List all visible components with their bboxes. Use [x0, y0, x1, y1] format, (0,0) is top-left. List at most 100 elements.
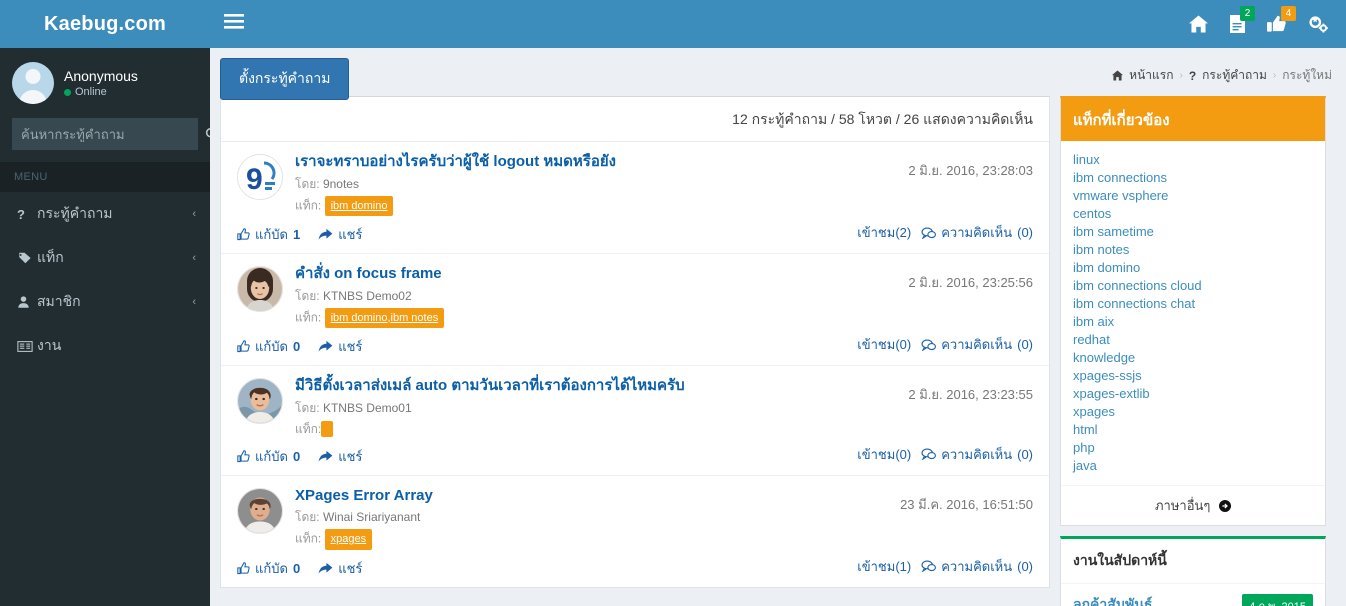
comments-counter[interactable]: ความคิดเห็น (0) — [921, 444, 1033, 465]
tags-label: แท็ก: — [295, 421, 322, 436]
post-title-link[interactable]: มีวิธีตั้งเวลาส่งเมล์ auto ตามวันเวลาที่… — [295, 376, 685, 396]
post-title-link[interactable]: คำสั่ง on focus frame — [295, 264, 442, 284]
sidebar-item-tags[interactable]: แท็ก ‹ — [0, 236, 210, 280]
comments-count: (0) — [1017, 558, 1033, 574]
content-columns: 12 กระทู้คำถาม / 58 โหวต / 26 แสดงความคิ… — [210, 96, 1346, 606]
tag-link[interactable]: linux — [1073, 151, 1313, 169]
share-label: แชร์ — [338, 560, 363, 576]
document-icon[interactable]: 2 — [1230, 6, 1255, 33]
comments-label: ความคิดเห็น — [941, 337, 1013, 352]
tag-link[interactable]: ibm connections chat — [1073, 295, 1313, 313]
post-counters: เข้าชม(0) ความคิดเห็น (0) — [857, 334, 1033, 355]
views-count: (0) — [895, 337, 912, 352]
tag-link[interactable]: xpages-ssjs — [1073, 367, 1313, 385]
views-label: เข้าชม — [857, 225, 896, 240]
share-button[interactable]: แชร์ — [318, 336, 362, 357]
tag-link[interactable]: xpages-extlib — [1073, 385, 1313, 403]
share-label: แชร์ — [338, 227, 363, 242]
vote-button[interactable]: แก้บัด 0 — [237, 446, 300, 467]
sidebar: Kaebug.com Anonymous Online ค้นหากระทู้ค… — [0, 0, 219, 606]
avatar — [237, 378, 283, 424]
tag-link[interactable]: vmware vsphere — [1073, 187, 1313, 205]
vote-label: แก้บัด — [255, 339, 288, 354]
views-count: (1) — [895, 558, 912, 574]
comments-counter[interactable]: ความคิดเห็น (0) — [921, 556, 1033, 577]
tag-link[interactable]: centos — [1073, 205, 1313, 223]
tag-link[interactable]: ibm notes — [1073, 241, 1313, 259]
post-row: มีวิธีตั้งเวลาส่งเมล์ auto ตามวันเวลาที่… — [221, 365, 1049, 475]
post-counters: เข้าชม(2) ความคิดเห็น (0) — [857, 222, 1033, 243]
tag-link[interactable]: ibm connections cloud — [1073, 277, 1313, 295]
tag-link[interactable]: ibm connections — [1073, 169, 1313, 187]
sidebar-item-label: แท็ก — [37, 249, 64, 265]
other-languages-link[interactable]: ภาษาอื่นๆ — [1061, 485, 1325, 525]
tag-link[interactable]: ibm domino — [1073, 259, 1313, 277]
site-logo[interactable]: Kaebug.com — [0, 0, 210, 48]
vote-button[interactable]: แก้บัด 0 — [237, 336, 300, 357]
hamburger-icon[interactable] — [224, 14, 244, 34]
sidebar-search — [0, 118, 219, 162]
user-panel: Anonymous Online — [0, 48, 210, 118]
thumbs-up-icon — [237, 449, 250, 463]
post-tag-badge[interactable] — [321, 421, 334, 438]
views-count: (0) — [895, 446, 912, 462]
comments-counter[interactable]: ความคิดเห็น (0) — [921, 334, 1033, 355]
menu-section-label: MENU — [0, 162, 210, 192]
breadcrumb-item-questions[interactable]: กระทู้คำถาม — [1202, 66, 1267, 85]
post-tag-badge[interactable]: ibm domino,ibm notes — [324, 307, 445, 328]
post-tag-line: แท็ก: ibm domino — [295, 195, 1033, 216]
post-tag-badge[interactable]: ibm domino — [324, 195, 394, 216]
tag-icon — [17, 251, 37, 265]
tag-link[interactable]: xpages — [1073, 403, 1313, 421]
share-button[interactable]: แชร์ — [318, 446, 362, 467]
views-counter: เข้าชม(1) — [857, 556, 911, 577]
comments-count: (0) — [1017, 337, 1033, 352]
home-icon[interactable] — [1189, 15, 1208, 33]
gears-icon[interactable] — [1308, 15, 1328, 33]
tag-link[interactable]: html — [1073, 421, 1313, 439]
comments-counter[interactable]: ความคิดเห็น (0) — [921, 222, 1033, 243]
post-title-link[interactable]: เราจะทราบอย่างไรครับว่าผู้ใช้ logout หมด… — [295, 152, 616, 172]
newspaper-icon — [17, 340, 37, 353]
sidebar-item-members[interactable]: สมาชิก ‹ — [0, 280, 210, 324]
tags-label: แท็ก: — [295, 197, 322, 212]
vote-button[interactable]: แก้บัด 1 — [237, 224, 300, 245]
vote-count: 0 — [292, 448, 301, 464]
tag-link[interactable]: java — [1073, 457, 1313, 475]
sidebar-item-label: สมาชิก — [37, 293, 81, 309]
share-button[interactable]: แชร์ — [318, 224, 362, 245]
tag-link[interactable]: redhat — [1073, 331, 1313, 349]
page-root: Kaebug.com Anonymous Online ค้นหากระทู้ค… — [0, 0, 1346, 606]
top-icon-group: 2 4 — [1189, 0, 1336, 48]
question-mark-icon: ? — [17, 206, 25, 222]
tag-link[interactable]: php — [1073, 439, 1313, 457]
chevron-left-icon: ‹ — [192, 252, 196, 264]
vote-count: 1 — [292, 227, 301, 242]
tag-link[interactable]: ibm sametime — [1073, 223, 1313, 241]
sidebar-item-questions[interactable]: ? กระทู้คำถาม ‹ — [0, 192, 210, 236]
post-title-link[interactable]: XPages Error Array — [295, 486, 433, 506]
weekly-jobs-panel: งานในสัปดาห์นี้ ลูกค้าสัมพันธ์ KTN Busin… — [1060, 536, 1326, 606]
search-input[interactable] — [13, 126, 205, 142]
breadcrumb-item-home[interactable]: หน้าแรก — [1129, 66, 1173, 85]
tag-link[interactable]: knowledge — [1073, 349, 1313, 367]
post-tag-badge[interactable]: xpages — [324, 529, 373, 550]
post-counters: เข้าชม(1) ความคิดเห็น (0) — [857, 556, 1033, 577]
sidebar-item-jobs[interactable]: งาน — [0, 324, 210, 368]
share-button[interactable]: แชร์ — [318, 558, 362, 579]
sidebar-item-label: งาน — [37, 337, 62, 353]
post-author: KTNBS Demo01 — [322, 400, 412, 415]
thumbs-up-icon[interactable]: 4 — [1267, 6, 1296, 33]
share-icon — [318, 228, 333, 241]
vote-button[interactable]: แก้บัด 0 — [237, 558, 300, 579]
content-header: ตั้งกระทู้คำถาม หน้าแรก › ? กระทู้คำถาม … — [210, 48, 1346, 100]
views-counter: เข้าชม(0) — [857, 334, 911, 355]
tag-link[interactable]: ibm aix — [1073, 313, 1313, 331]
tags-label: แท็ก: — [295, 309, 322, 324]
views-count: (2) — [895, 225, 912, 240]
tags-label: แท็ก: — [295, 531, 322, 546]
online-dot-icon — [64, 88, 71, 96]
ask-question-button[interactable]: ตั้งกระทู้คำถาม — [220, 58, 350, 100]
related-tags-list: linux ibm connections vmware vsphere cen… — [1061, 141, 1325, 485]
forum-stats: 12 กระทู้คำถาม / 58 โหวต / 26 แสดงความคิ… — [732, 111, 1033, 127]
